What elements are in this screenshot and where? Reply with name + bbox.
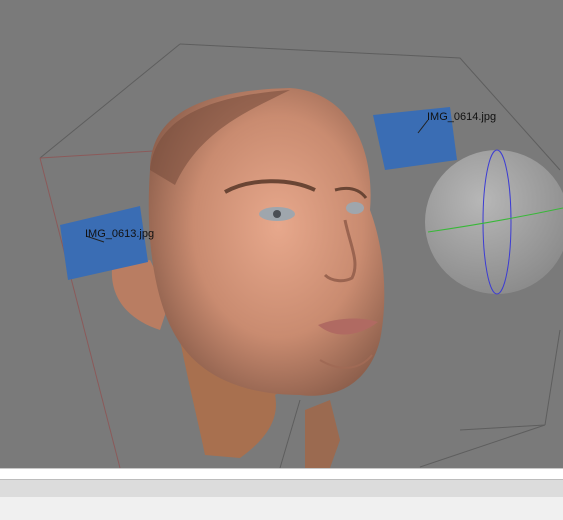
bottom-panel [0, 497, 563, 520]
camera-label-img-0614: IMG_0614.jpg [427, 111, 497, 123]
rotation-sphere-icon[interactable] [425, 149, 563, 295]
3d-viewport[interactable]: IMG_0614.jpg IMG_0613.jpg [0, 0, 563, 468]
face-mesh[interactable] [111, 88, 385, 468]
status-bar [0, 479, 563, 498]
horizontal-scrollbar[interactable] [0, 468, 563, 479]
camera-label-img-0613: IMG_0613.jpg [85, 228, 155, 240]
